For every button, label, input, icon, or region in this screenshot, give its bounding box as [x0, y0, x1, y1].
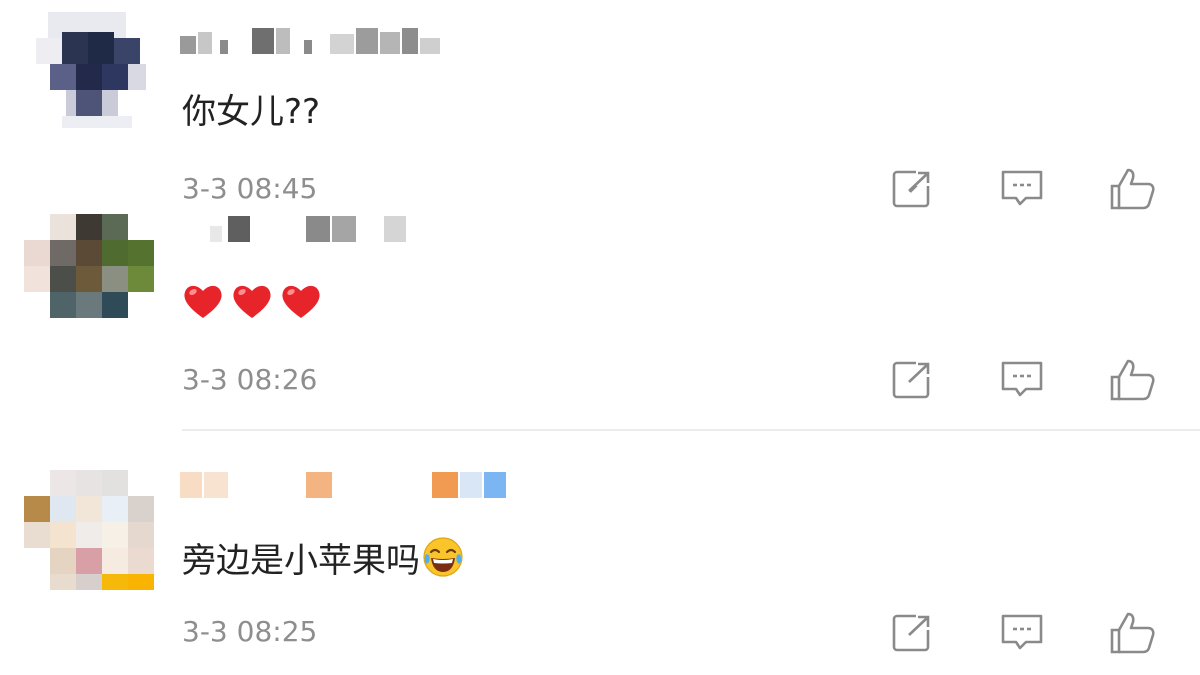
share-icon — [892, 612, 934, 652]
heart-emoji-icon — [282, 285, 320, 318]
avatar[interactable] — [24, 214, 154, 334]
reply-button[interactable] — [998, 357, 1046, 401]
reply-button[interactable] — [998, 166, 1046, 210]
avatar[interactable] — [36, 12, 166, 132]
thumbs-up-icon — [1110, 612, 1155, 654]
comment-icon — [1001, 170, 1043, 206]
repost-button[interactable] — [888, 610, 936, 654]
repost-button[interactable] — [888, 357, 936, 401]
share-icon — [892, 359, 934, 399]
avatar[interactable] — [24, 470, 154, 590]
share-icon — [892, 168, 934, 208]
thumbs-up-icon — [1110, 359, 1155, 401]
comment-timestamp: 3-3 08:25 — [182, 615, 318, 648]
comment-text — [182, 282, 324, 322]
heart-emoji-icon — [184, 285, 222, 318]
comment-timestamp: 3-3 08:45 — [182, 172, 318, 205]
comment-icon — [1001, 361, 1043, 397]
comment-timestamp: 3-3 08:26 — [182, 363, 318, 396]
like-button[interactable] — [1108, 357, 1156, 401]
like-button[interactable] — [1108, 166, 1156, 210]
comment-text-content: 旁边是小苹果吗 — [182, 541, 420, 581]
heart-emoji-icon — [233, 285, 271, 318]
reply-button[interactable] — [998, 610, 1046, 654]
repost-button[interactable] — [888, 166, 936, 210]
comment-icon — [1001, 614, 1043, 650]
like-button[interactable] — [1108, 610, 1156, 654]
comment-text: 你女儿?? — [182, 92, 321, 132]
tears-of-joy-emoji-icon — [423, 537, 463, 577]
thumbs-up-icon — [1110, 168, 1155, 210]
comment-text: 旁边是小苹果吗 — [182, 536, 464, 581]
divider — [182, 429, 1200, 431]
